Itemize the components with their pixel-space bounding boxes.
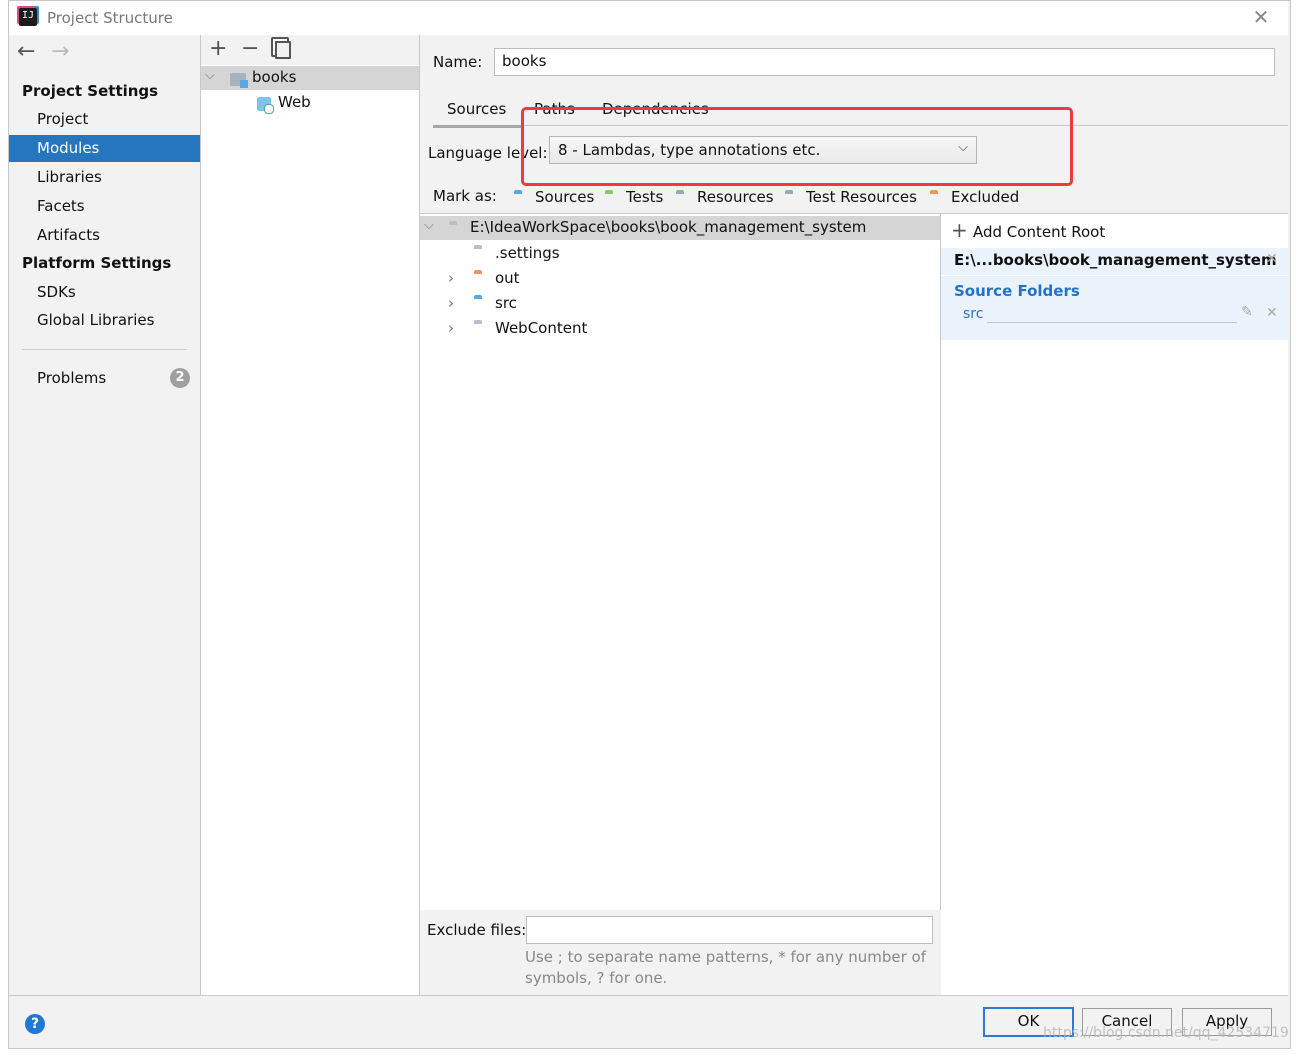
sidebar-item-global-libraries[interactable]: Global Libraries (9, 307, 200, 333)
sidebar: ← → Project Settings Project Modules Libra… (9, 35, 201, 995)
back-arrow-icon[interactable]: ← (17, 39, 35, 64)
exclude-hint-line2: symbols, ? for one. (525, 969, 668, 987)
source-folder-entry[interactable]: src (963, 306, 983, 322)
mark-as-label: Excluded (951, 188, 1020, 206)
content-root-row[interactable]: ⌵ E:\IdeaWorkSpace\books\book_management… (420, 216, 940, 240)
forward-arrow-icon[interactable]: → (51, 39, 69, 64)
tab-label: Sources (447, 100, 507, 118)
exclude-hint-line1: Use ; to separate name patterns, * for a… (525, 948, 926, 966)
watermark: https://blog.csdn.net/qq_42534719 (1043, 1025, 1289, 1041)
folder-name: .settings (495, 244, 560, 262)
sidebar-item-label: Global Libraries (37, 311, 155, 329)
module-folder-icon (230, 73, 248, 88)
name-input[interactable]: books (494, 48, 1275, 76)
content-tree-item[interactable]: › out (420, 266, 940, 290)
remove-root-icon[interactable]: ✕ (1266, 251, 1278, 267)
project-settings-header: Project Settings (22, 82, 159, 100)
sidebar-item-libraries[interactable]: Libraries (9, 164, 200, 191)
folder-name: out (495, 269, 520, 287)
remove-icon[interactable]: − (241, 36, 259, 61)
module-toolbar: + − (201, 35, 419, 65)
name-label: Name: (433, 53, 483, 71)
sidebar-item-modules[interactable]: Modules (9, 135, 200, 162)
sidebar-item-label: SDKs (37, 283, 76, 301)
module-editor: Name: books Sources Paths Dependencies L… (420, 35, 1288, 996)
content-tree-item[interactable]: › WebContent (420, 316, 940, 340)
sidebar-item-facets[interactable]: Facets (9, 193, 200, 220)
content-tree-panel: ⌵ E:\IdeaWorkSpace\books\book_management… (420, 213, 941, 910)
chevron-down-icon[interactable]: ⌵ (205, 68, 215, 83)
source-folders-section: E:\...books\book_management_system ✕ Sou… (941, 248, 1288, 340)
source-folders-header: Source Folders (954, 282, 1080, 300)
module-name: books (252, 68, 297, 86)
copy-icon[interactable] (275, 41, 291, 59)
module-tree-item-books[interactable]: ⌵ books (201, 66, 419, 90)
mark-as-label: Test Resources (806, 188, 917, 206)
content-tree-item[interactable]: › src (420, 291, 940, 315)
title-bar: IJ Project Structure ✕ (9, 1, 1288, 35)
window-title: Project Structure (47, 9, 173, 27)
problems-count-badge: 2 (170, 368, 190, 388)
exclude-files-label: Exclude files: (427, 921, 527, 939)
platform-settings-header: Platform Settings (22, 254, 172, 272)
name-input-value: books (502, 52, 547, 70)
sidebar-item-project[interactable]: Project (9, 106, 200, 133)
chevron-down-icon[interactable]: ⌵ (424, 218, 434, 233)
sidebar-item-label: Problems (37, 369, 107, 387)
sidebar-item-label: Modules (37, 139, 100, 157)
content-root-heading: E:\...books\book_management_system (954, 251, 1277, 269)
add-icon[interactable]: + (209, 36, 227, 61)
exclude-files-input[interactable] (526, 916, 933, 944)
add-content-root-label: Add Content Root (973, 223, 1106, 241)
chevron-right-icon[interactable]: › (448, 316, 454, 340)
edit-pencil-icon[interactable]: ✎ (1241, 304, 1253, 320)
red-highlight-box (521, 107, 1073, 186)
mark-as-label: Tests (626, 188, 664, 206)
help-icon[interactable]: ? (25, 1014, 45, 1034)
remove-source-icon[interactable]: ✕ (1266, 305, 1278, 321)
sidebar-item-artifacts[interactable]: Artifacts (9, 222, 200, 249)
sidebar-item-label: Libraries (37, 168, 102, 186)
tab-sources[interactable]: Sources (433, 97, 521, 128)
close-icon[interactable]: ✕ (1251, 5, 1271, 29)
chevron-right-icon[interactable]: › (448, 291, 454, 315)
mark-as-label: Sources (535, 188, 595, 206)
content-root-path: E:\IdeaWorkSpace\books\book_management_s… (470, 218, 867, 236)
sidebar-item-label: Project (37, 110, 89, 128)
web-facet-icon (257, 97, 274, 114)
facet-name: Web (278, 93, 311, 111)
sidebar-item-label: Facets (37, 197, 85, 215)
sidebar-item-label: Artifacts (37, 226, 100, 244)
sidebar-item-problems[interactable]: Problems 2 (9, 365, 200, 391)
chevron-right-icon[interactable]: › (448, 266, 454, 290)
sidebar-item-sdks[interactable]: SDKs (9, 279, 200, 305)
module-tree-panel: + − ⌵ books Web (201, 35, 420, 995)
content-tree-item[interactable]: .settings (420, 241, 940, 265)
folder-name: WebContent (495, 319, 588, 337)
content-root-panel: + Add Content Root E:\...books\book_mana… (941, 213, 1288, 996)
mark-as-label: Mark as: (433, 187, 497, 205)
module-tree-item-web[interactable]: Web (201, 91, 419, 115)
intellij-logo-icon: IJ (19, 8, 37, 26)
plus-icon: + (951, 218, 968, 242)
folder-name: src (495, 294, 517, 312)
mark-as-label: Resources (697, 188, 774, 206)
sidebar-divider (22, 349, 187, 350)
